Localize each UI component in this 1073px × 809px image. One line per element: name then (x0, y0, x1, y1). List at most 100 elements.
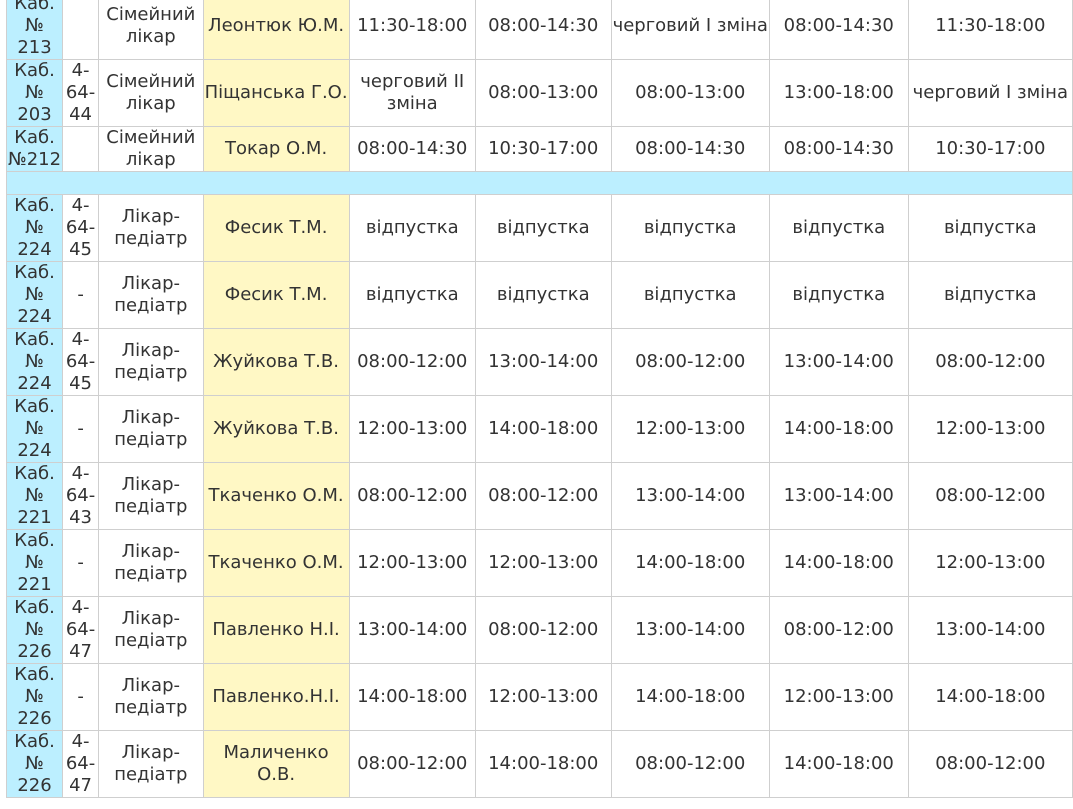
specialty-cell: Лікар-педіатр (98, 529, 204, 597)
doctor-name-line: О.В. (257, 764, 296, 785)
phone-line: 44 (69, 104, 93, 125)
schedule-cell-day-5: черговий І зміна (907, 59, 1073, 127)
cabinet-line: №212 (8, 149, 62, 170)
phone-line: - (77, 284, 84, 305)
specialty-line: Лікар- (121, 206, 180, 227)
specialty-line: лікар (125, 93, 176, 114)
cabinet-cell: Каб. № 224 (5, 194, 64, 262)
schedule-cell-day-3: 12:00-13:00 (610, 395, 770, 463)
cabinet-line: 221 (17, 574, 52, 595)
phone-line: - (77, 552, 84, 573)
schedule-cell-day-3: 13:00-14:00 (610, 596, 770, 664)
specialty-line: педіатр (114, 295, 188, 316)
schedule-cell-day-5: 12:00-13:00 (907, 529, 1073, 597)
schedule-cell-day-1: 08:00-12:00 (348, 328, 476, 396)
cabinet-line: Каб. (14, 396, 55, 418)
section-separator (6, 171, 1073, 195)
schedule-cell-day-5: відпустка (907, 194, 1073, 262)
doctor-name-line: Маличенко (223, 742, 329, 763)
phone-line: 4- (71, 329, 90, 351)
schedule-cell-day-2: 08:00-14:30 (474, 0, 612, 60)
schedule-cell-day-1: відпустка (348, 261, 476, 329)
cabinet-line: № (25, 619, 44, 640)
schedule-cell-day-1: 12:00-13:00 (348, 529, 476, 597)
schedule-cell-day-4: 08:00-14:30 (768, 126, 909, 172)
cabinet-line: № (25, 686, 44, 707)
phone-cell: 4- 64- 47 (62, 730, 100, 798)
doctor-name-line: Жуйкова Т.В. (213, 418, 339, 439)
schedule-cell-day-4: відпустка (768, 261, 909, 329)
table-row: Каб. № 221- Лікар-педіатр Ткаченко О.М. 12:00… (5, 529, 1073, 597)
specialty-line: Лікар- (121, 407, 180, 428)
doctor-name-line: Ткаченко О.М. (208, 552, 344, 573)
cabinet-cell: Каб. № 224 (5, 261, 64, 329)
phone-line: 4- (71, 60, 90, 82)
doctor-cell: Жуйкова Т.В. (202, 395, 350, 463)
phone-cell (62, 126, 100, 172)
phone-line: 4- (71, 597, 90, 619)
table-row: Каб. № 226 4- 64- 47 Лікар-педіатр Маличенко О.В… (5, 730, 1073, 798)
specialty-line: Лікар- (121, 541, 180, 562)
phone-line: 47 (69, 641, 93, 662)
phone-line: 43 (69, 507, 93, 528)
schedule-cell-day-3: відпустка (610, 194, 770, 262)
cabinet-line: 226 (17, 775, 52, 796)
cabinet-line: № (25, 418, 44, 439)
doctor-cell: Маличенко О.В. (202, 730, 350, 798)
cabinet-cell: Каб. № 203 (5, 59, 64, 127)
schedule-cell-day-3: черговий І зміна (610, 0, 770, 60)
phone-cell: 4- 64- 44 (62, 59, 100, 127)
doctor-cell: Фесик Т.М. (202, 261, 350, 329)
phone-line: 45 (69, 373, 93, 394)
phone-line: 4- (71, 195, 90, 217)
cabinet-line: Каб. (14, 0, 55, 14)
cabinet-line: 224 (17, 306, 52, 327)
doctor-name-line: Піщанська Г.О. (204, 82, 348, 103)
cabinet-line: Каб. (14, 731, 55, 753)
table-row: Каб. № 224 4- 64- 45 Лікар-педіатр Жуйкова Т.В.… (5, 328, 1073, 396)
cabinet-line: 224 (17, 239, 52, 260)
specialty-line: Сімейний (106, 127, 196, 149)
schedule-cell-day-1: відпустка (348, 194, 476, 262)
phone-line: 64- (65, 217, 96, 238)
cabinet-line: 226 (17, 708, 52, 729)
schedule-cell-day-2: 10:30-17:00 (474, 126, 612, 172)
cabinet-cell: Каб. №212 (5, 126, 64, 172)
phone-line: 4- (71, 731, 90, 753)
schedule-cell-day-2: 08:00-13:00 (474, 59, 612, 127)
specialty-cell: Сімейний лікар (98, 59, 204, 127)
schedule-cell-day-4: 14:00-18:00 (768, 529, 909, 597)
cabinet-line: 203 (17, 104, 52, 125)
doctor-cell: Ткаченко О.М. (202, 529, 350, 597)
section-separator-row (6, 171, 1073, 195)
specialty-line: педіатр (114, 697, 188, 718)
specialty-cell: Лікар-педіатр (98, 395, 204, 463)
specialty-line: педіатр (114, 630, 188, 651)
cabinet-cell: Каб. № 226 (5, 596, 64, 664)
schedule-cell-day-4: 08:00-12:00 (768, 596, 909, 664)
schedule-cell-day-2: 14:00-18:00 (474, 730, 612, 798)
schedule-cell-day-5: 14:00-18:00 (907, 663, 1073, 731)
schedule-cell-day-3: 08:00-12:00 (610, 328, 770, 396)
phone-cell: 4- 64- 47 (62, 596, 100, 664)
schedule-cell-day-5: 08:00-12:00 (907, 462, 1073, 530)
phone-line: 64- (65, 619, 96, 640)
specialty-line: педіатр (114, 362, 188, 383)
doctor-cell: Павленко.Н.І. (202, 663, 350, 731)
phone-line: 64- (65, 82, 96, 103)
schedule-cell-day-4: відпустка (768, 194, 909, 262)
cabinet-line: Каб. (14, 262, 55, 284)
schedule-cell-day-5: 08:00-12:00 (907, 328, 1073, 396)
schedule-cell-day-3: 08:00-14:30 (610, 126, 770, 172)
table-row: Каб. № 221 4- 64- 43 Лікар-педіатр Ткаченко О.М… (5, 462, 1073, 530)
phone-cell (62, 0, 100, 60)
table-row: Каб. № 203 4- 64- 44 Сімейний лікар Піщанська Г.… (5, 59, 1073, 127)
schedule-cell-day-1: 14:00-18:00 (348, 663, 476, 731)
schedule-cell-day-2: відпустка (474, 194, 612, 262)
cabinet-line: 213 (17, 37, 52, 58)
schedule-cell-day-1: 08:00-12:00 (348, 462, 476, 530)
specialty-line: Лікар- (121, 340, 180, 361)
specialty-line: Лікар- (121, 742, 180, 763)
table-row: Каб. № 224- Лікар-педіатр Фесик Т.М. відпустк… (5, 261, 1073, 329)
phone-line: - (77, 418, 84, 439)
